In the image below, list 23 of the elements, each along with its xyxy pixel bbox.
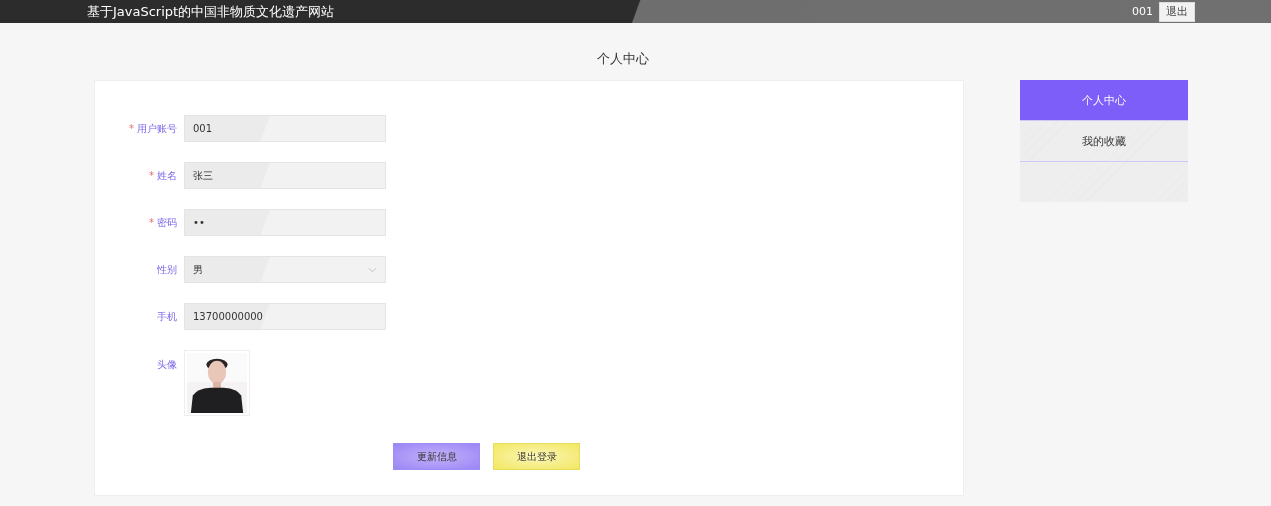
logout-button[interactable]: 退出 — [1159, 1, 1195, 22]
username: 001 — [1132, 5, 1153, 18]
required-mark: * — [129, 122, 134, 134]
select-field[interactable]: 男 — [184, 256, 386, 283]
field-label: 姓名 — [157, 169, 177, 181]
password-field[interactable]: •• — [184, 209, 386, 236]
sidebar-item[interactable]: 个人中心 — [1020, 80, 1188, 121]
chevron-icon — [368, 266, 377, 273]
update-button[interactable]: 更新信息 — [393, 443, 480, 470]
input-field[interactable]: 001 — [184, 115, 386, 142]
field-label: 性别 — [157, 263, 177, 275]
required-mark: * — [149, 216, 154, 228]
field-label: 头像 — [157, 359, 177, 370]
page-title: 个人中心 — [596, 50, 650, 68]
sidebar-item[interactable]: 我的收藏 — [1020, 121, 1188, 162]
required-mark: * — [149, 169, 154, 181]
field-label: 用户账号 — [137, 122, 177, 134]
input-field[interactable]: 张三 — [184, 162, 386, 189]
input-field[interactable]: 13700000000 — [184, 303, 386, 330]
site-title: 基于JavaScript的中国非物质文化遗产网站 — [87, 2, 335, 21]
field-label: 密码 — [157, 216, 177, 228]
field-label: 手机 — [157, 310, 177, 322]
logout-button[interactable]: 退出登录 — [493, 443, 580, 470]
